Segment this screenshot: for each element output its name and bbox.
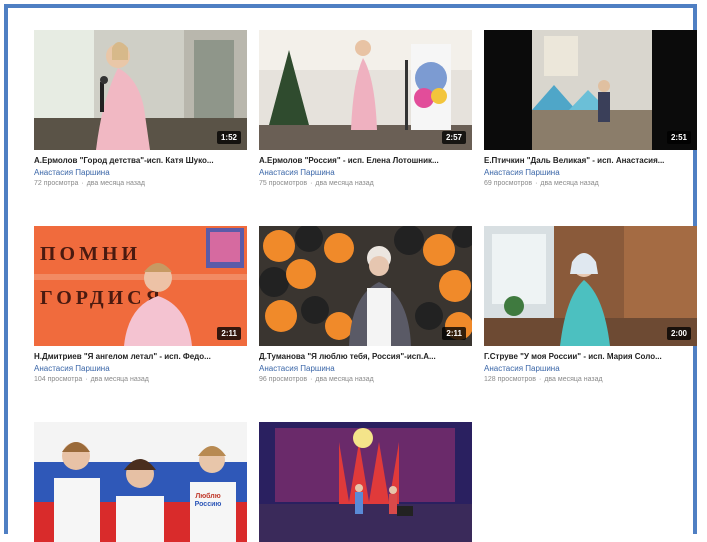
video-author-link[interactable]: Анастасия Паршина bbox=[34, 168, 247, 177]
video-meta: 128 просмотров · два месяца назад bbox=[484, 376, 603, 383]
video-age: два месяца назад bbox=[315, 180, 374, 187]
thumbnail-image bbox=[259, 30, 472, 150]
video-title[interactable]: А.Ермолов "Город детства"-исп. Катя Шуко… bbox=[34, 156, 247, 165]
shirt-text-1: Люблю bbox=[195, 492, 220, 500]
shirt-text-2: Россию bbox=[195, 501, 222, 508]
video-thumbnail[interactable]: 2:11 bbox=[259, 226, 472, 346]
thumbnail-image bbox=[259, 226, 472, 346]
video-duration-badge: 2:11 bbox=[217, 327, 241, 340]
video-views: 96 просмотров bbox=[259, 376, 308, 383]
video-age: два месяца назад bbox=[86, 180, 145, 187]
video-views: 128 просмотров bbox=[484, 376, 536, 383]
video-thumbnail[interactable]: 2:00 bbox=[484, 226, 697, 346]
thumbnail-image bbox=[484, 30, 697, 150]
thumbnail-image bbox=[259, 422, 472, 542]
video-author-link[interactable]: Анастасия Паршина bbox=[484, 168, 697, 177]
sign-text-line1: ПОМНИ bbox=[40, 243, 141, 265]
video-thumbnail[interactable]: Люблю Россию bbox=[34, 422, 247, 542]
thumbnail-image bbox=[34, 30, 247, 150]
video-duration-badge: 2:11 bbox=[442, 327, 466, 340]
video-card[interactable]: 2:57 А.Ермолов "Россия" - исп. Елена Лот… bbox=[259, 30, 472, 187]
video-thumbnail[interactable]: ПОМНИ ГОРДИСЯ. 2:11 bbox=[34, 226, 247, 346]
video-thumbnail[interactable] bbox=[259, 422, 472, 542]
video-age: два месяца назад bbox=[540, 180, 599, 187]
video-author-link[interactable]: Анастасия Паршина bbox=[259, 168, 472, 177]
video-duration-badge: 2:57 bbox=[441, 131, 466, 144]
video-duration-badge: 1:52 bbox=[216, 131, 241, 144]
video-meta: 75 просмотров · два месяца назад bbox=[259, 180, 374, 187]
video-card[interactable]: 1:52 А.Ермолов "Город детства"-исп. Катя… bbox=[34, 30, 247, 187]
video-meta: 69 просмотров · два месяца назад bbox=[484, 180, 599, 187]
video-card[interactable]: Люблю Россию bbox=[34, 422, 247, 542]
video-meta: 104 просмотра · два месяца назад bbox=[34, 376, 149, 383]
video-thumbnail[interactable]: 2:57 bbox=[259, 30, 472, 150]
video-views: 72 просмотра bbox=[34, 180, 79, 187]
video-card[interactable]: 2:51 Е.Птичкин "Даль Великая" - исп. Ана… bbox=[484, 30, 697, 187]
video-card[interactable]: ПОМНИ ГОРДИСЯ. 2:11 Н.Дмитриев "Я ангело… bbox=[34, 226, 247, 383]
video-views: 69 просмотров bbox=[484, 180, 533, 187]
video-thumbnail[interactable]: 2:51 bbox=[484, 30, 697, 150]
video-title[interactable]: А.Ермолов "Россия" - исп. Елена Лотошник… bbox=[259, 156, 472, 165]
video-duration-badge: 2:00 bbox=[666, 327, 691, 340]
video-duration-badge: 2:51 bbox=[666, 131, 691, 144]
thumbnail-image bbox=[484, 226, 697, 346]
video-title[interactable]: Д.Туманова "Я люблю тебя, Россия"-исп.А.… bbox=[259, 352, 472, 361]
video-age: два месяца назад bbox=[90, 376, 149, 383]
video-author-link[interactable]: Анастасия Паршина bbox=[34, 364, 247, 373]
video-title[interactable]: Н.Дмитриев "Я ангелом летал" - исп. Федо… bbox=[34, 352, 247, 361]
video-age: два месяца назад bbox=[315, 376, 374, 383]
video-card[interactable] bbox=[259, 422, 472, 542]
video-meta: 96 просмотров · два месяца назад bbox=[259, 376, 374, 383]
thumbnail-image: ПОМНИ ГОРДИСЯ. bbox=[34, 226, 247, 346]
thumbnail-image: Люблю Россию bbox=[34, 422, 247, 542]
video-card[interactable]: 2:00 Г.Струве "У моя России" - исп. Мари… bbox=[484, 226, 697, 383]
video-title[interactable]: Е.Птичкин "Даль Великая" - исп. Анастаси… bbox=[484, 156, 697, 165]
video-age: два месяца назад bbox=[544, 376, 603, 383]
video-title[interactable]: Г.Струве "У моя России" - исп. Мария Сол… bbox=[484, 352, 697, 361]
video-views: 75 просмотров bbox=[259, 180, 308, 187]
video-meta: 72 просмотра · два месяца назад bbox=[34, 180, 145, 187]
video-thumbnail[interactable]: 1:52 bbox=[34, 30, 247, 150]
video-author-link[interactable]: Анастасия Паршина bbox=[484, 364, 697, 373]
video-views: 104 просмотра bbox=[34, 376, 83, 383]
video-author-link[interactable]: Анастасия Паршина bbox=[259, 364, 472, 373]
video-card[interactable]: 2:11 Д.Туманова "Я люблю тебя, Россия"-и… bbox=[259, 226, 472, 383]
video-grid-frame: 1:52 А.Ермолов "Город детства"-исп. Катя… bbox=[4, 4, 697, 542]
